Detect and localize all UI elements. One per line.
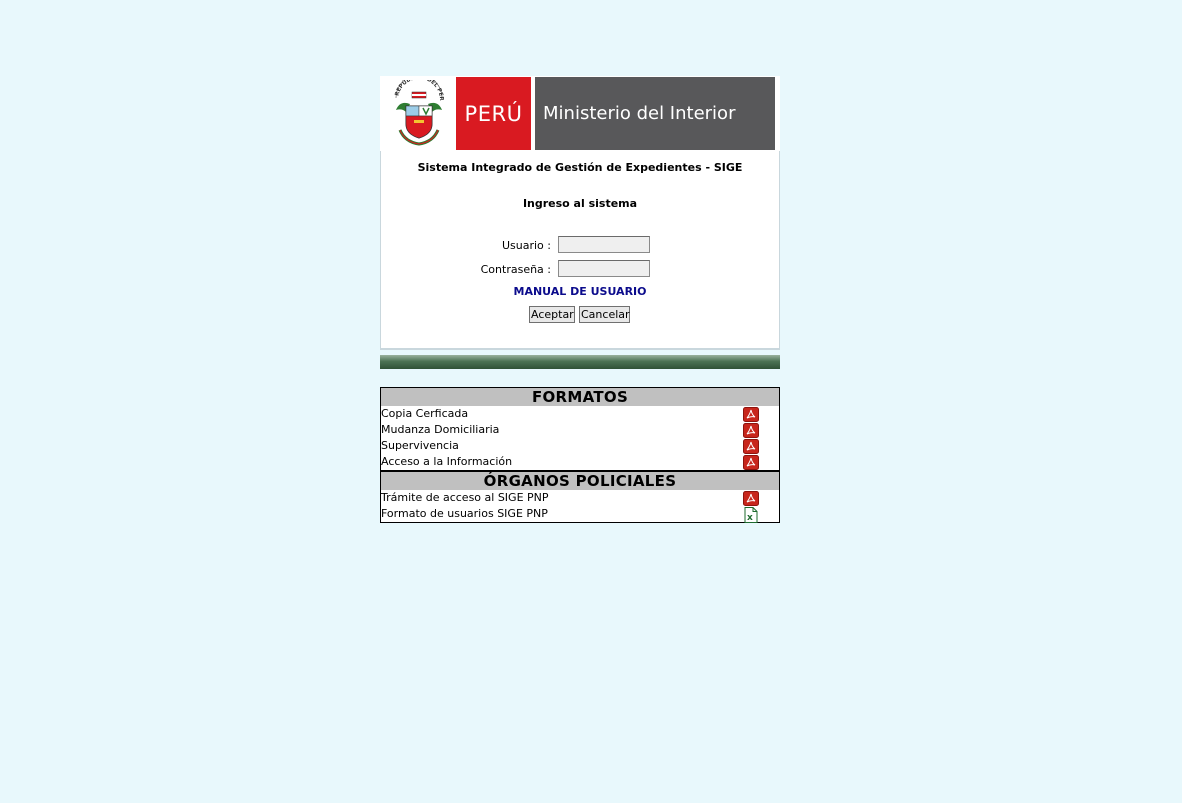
system-title: Sistema Integrado de Gestión de Expedien… — [417, 161, 743, 174]
pdf-icon[interactable] — [743, 439, 759, 454]
svg-text:REPÚBLICA DEL PERÚ: REPÚBLICA DEL PERÚ — [390, 80, 444, 102]
password-input[interactable] — [558, 260, 650, 277]
item-label: Mudanza Domiciliaria — [381, 423, 500, 436]
item-label: Supervivencia — [381, 439, 459, 452]
pdf-icon[interactable] — [743, 407, 759, 422]
user-manual-link[interactable]: MANUAL DE USUARIO — [381, 285, 779, 298]
ministry-logo-box: Ministerio del Interior — [535, 77, 775, 150]
list-item: Supervivencia — [381, 438, 779, 454]
login-panel: Sistema Integrado de Gestión de Expedien… — [380, 151, 780, 350]
username-input[interactable] — [558, 236, 650, 253]
list-item: Copia Cerficada — [381, 406, 779, 422]
accept-button[interactable]: Aceptar — [529, 306, 575, 323]
item-label: Acceso a la Información — [381, 455, 513, 468]
divider-bar — [380, 355, 780, 369]
item-label: Copia Cerficada — [381, 407, 469, 420]
item-label: Trámite de acceso al SIGE PNP — [381, 491, 549, 504]
organos-heading: ÓRGANOS POLICIALES — [381, 470, 779, 490]
formatos-heading: FORMATOS — [381, 388, 779, 406]
peru-logo-box: PERÚ — [456, 77, 531, 150]
header-banner: REPÚBLICA DEL PERÚ PERÚ Ministerio del I… — [380, 76, 780, 151]
list-item: Acceso a la Información — [381, 454, 779, 470]
list-item: Trámite de acceso al SIGE PNP — [381, 490, 779, 506]
excel-icon[interactable]: x — [743, 507, 759, 523]
peru-text: PERÚ — [464, 101, 523, 126]
list-item: Mudanza Domiciliaria — [381, 422, 779, 438]
pdf-icon[interactable] — [743, 491, 759, 506]
ministry-text: Ministerio del Interior — [543, 103, 736, 124]
downloads-table: FORMATOS Copia Cerficada Mudanza Domicil… — [380, 387, 780, 523]
cancel-button[interactable]: Cancelar — [579, 306, 630, 323]
pdf-icon[interactable] — [743, 423, 759, 438]
svg-text:x: x — [747, 513, 753, 523]
username-label: Usuario : — [501, 239, 551, 252]
password-label: Contraseña : — [480, 263, 551, 276]
coat-of-arms-icon: REPÚBLICA DEL PERÚ — [390, 80, 444, 146]
page-container: REPÚBLICA DEL PERÚ PERÚ Ministerio del I… — [380, 76, 780, 523]
pdf-icon[interactable] — [743, 455, 759, 470]
login-heading: Ingreso al sistema — [522, 197, 638, 210]
item-label: Formato de usuarios SIGE PNP — [381, 507, 548, 520]
list-item: Formato de usuarios SIGE PNP x — [381, 506, 779, 523]
